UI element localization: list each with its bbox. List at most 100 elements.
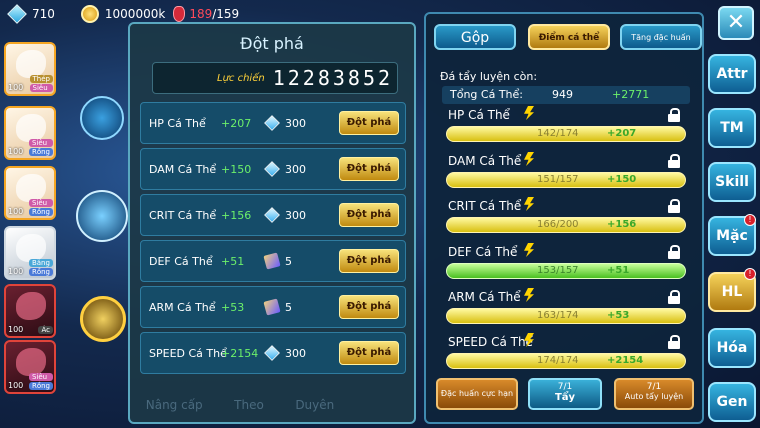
special-training-button[interactable]: Đặc huấn cực hạn: [436, 378, 518, 410]
stat-label: DAM Cá Thể: [448, 154, 522, 168]
party-slot[interactable]: 100 Thép Siêu: [4, 42, 56, 96]
bag-orb[interactable]: [76, 190, 128, 242]
stat-value: 166/200: [537, 219, 579, 230]
breakthrough-button[interactable]: Đột phá: [339, 295, 399, 319]
cost-amount: 300: [285, 117, 306, 130]
lock-icon[interactable]: [668, 108, 680, 122]
coin-amount: 1000000k: [104, 7, 166, 21]
stat-value: 174/174: [537, 355, 579, 366]
type-tag: Băng: [28, 259, 53, 267]
total-value: 949: [552, 88, 573, 101]
cost-amount: 5: [285, 301, 292, 314]
stat-label: CRIT Cá Thể: [149, 209, 217, 222]
type-tag: Siêu: [29, 84, 53, 92]
cost-amount: 300: [285, 347, 306, 360]
stat-row: ARM Cá Thể 163/174 +53: [442, 288, 690, 334]
pokemon-portrait: [16, 114, 46, 142]
pokemon-level: 100: [8, 207, 24, 216]
gem-amount: 710: [32, 7, 55, 21]
gem-counter: 710: [0, 4, 55, 24]
stat-label: HP Cá Thể: [149, 117, 206, 130]
party-slot[interactable]: 100 Ác: [4, 284, 56, 338]
tab-gop[interactable]: Gộp: [434, 24, 516, 50]
cost-amount: 300: [285, 163, 306, 176]
stat-bar: 151/157 +150: [446, 172, 686, 188]
stat-value: 163/174: [537, 310, 579, 321]
side-skill-button[interactable]: Skill: [708, 162, 756, 202]
close-button[interactable]: ✕: [718, 6, 754, 40]
breakthrough-row: DAM Cá Thể +150 300 Đột phá: [140, 148, 406, 190]
party-slot[interactable]: 100 Băng Rồng: [4, 226, 56, 280]
stat-bonus: +156: [607, 219, 637, 230]
tab-tang-dac-huan[interactable]: Tăng đặc huấn: [620, 24, 702, 50]
stat-label: SPEED Cá Thể: [448, 335, 533, 349]
tab-diem-ca-the[interactable]: Điểm cá thể: [528, 24, 610, 50]
breakthrough-button[interactable]: Đột phá: [339, 111, 399, 135]
pokemon-level: 100: [8, 147, 24, 156]
total-stats: Tổng Cá Thể: 949 +2771: [442, 86, 690, 104]
stat-bonus: +2154: [607, 355, 644, 366]
item-orb[interactable]: [80, 96, 124, 140]
stat-bonus: +51: [221, 255, 245, 268]
pokemon-level: 100: [8, 267, 24, 276]
party-slot[interactable]: 100 Siêu Rồng: [4, 340, 56, 394]
stat-value: 151/157: [537, 174, 579, 185]
lightning-icon: [524, 106, 534, 120]
stat-label: DAM Cá Thể: [149, 163, 217, 176]
side-tm-button[interactable]: TM: [708, 108, 756, 148]
panel-title: Đột phá: [240, 34, 304, 53]
side-hoa-button[interactable]: Hóa: [708, 328, 756, 368]
total-label: Tổng Cá Thể:: [450, 88, 523, 101]
party-slot[interactable]: 100 Siêu Rồng: [4, 166, 56, 220]
tab-duyen[interactable]: Duyên: [295, 398, 334, 424]
pokemon-level: 100: [8, 83, 24, 92]
lock-icon[interactable]: [668, 290, 680, 304]
type-tag: Siêu: [28, 199, 53, 207]
auto-reroll-button[interactable]: 7/1 Auto tẩy luyện: [614, 378, 694, 410]
evolution-orb[interactable]: [80, 296, 126, 342]
stat-bar: 174/174 +2154: [446, 353, 686, 369]
breakthrough-button[interactable]: Đột phá: [339, 249, 399, 273]
stat-bar: 163/174 +53: [446, 308, 686, 324]
pokemon-level: 100: [8, 381, 24, 390]
tab-nang-cap[interactable]: Nâng cấp: [146, 398, 203, 424]
alert-badge: !: [744, 268, 756, 280]
stat-label: CRIT Cá Thể: [448, 199, 522, 213]
stat-bonus: +53: [221, 301, 245, 314]
stat-bonus: +150: [607, 174, 637, 185]
stat-value: 142/174: [537, 128, 579, 139]
auto-reroll-count: 7/1: [646, 382, 662, 392]
breakthrough-row: DEF Cá Thể +51 5 Đột phá: [140, 240, 406, 282]
side-attr-button[interactable]: Attr: [708, 54, 756, 94]
type-tag: Rồng: [28, 382, 53, 390]
stat-row: DEF Cá Thể 153/157 +51: [442, 243, 690, 289]
lock-icon[interactable]: [668, 154, 680, 168]
tab-theo[interactable]: Theo: [234, 398, 264, 424]
party-slot[interactable]: 100 Siêu Rồng: [4, 106, 56, 160]
stat-label: SPEED Cá Thể: [149, 347, 227, 360]
breakthrough-row: SPEED Cá Thể +2154 300 Đột phá: [140, 332, 406, 374]
coin-icon: [80, 5, 99, 23]
pokemon-portrait: [16, 348, 46, 376]
reroll-button[interactable]: 7/1 Tẩy: [528, 378, 602, 410]
breakthrough-button[interactable]: Đột phá: [339, 203, 399, 227]
combat-power-value: 12283852: [272, 66, 394, 90]
stamina-counter: 189/159: [165, 6, 239, 22]
lock-icon[interactable]: [668, 335, 680, 349]
lock-icon[interactable]: [668, 245, 680, 259]
breakthrough-button[interactable]: Đột phá: [339, 157, 399, 181]
side-gen-button[interactable]: Gen: [708, 382, 756, 422]
stat-bar: 166/200 +156: [446, 217, 686, 233]
stat-label: HP Cá Thể: [448, 108, 510, 122]
lightning-icon: [524, 288, 534, 302]
reroll-count: 7/1: [557, 382, 573, 392]
stat-label: DEF Cá Thể: [448, 245, 518, 259]
pokemon-portrait: [16, 174, 46, 202]
lock-icon[interactable]: [668, 199, 680, 213]
stat-bonus: +207: [221, 117, 252, 130]
stat-row: DAM Cá Thể 151/157 +150: [442, 152, 690, 198]
breakthrough-button[interactable]: Đột phá: [339, 341, 399, 365]
stat-row: CRIT Cá Thể 166/200 +156: [442, 197, 690, 243]
lightning-icon: [524, 152, 534, 166]
stat-bar: 142/174 +207: [446, 126, 686, 142]
